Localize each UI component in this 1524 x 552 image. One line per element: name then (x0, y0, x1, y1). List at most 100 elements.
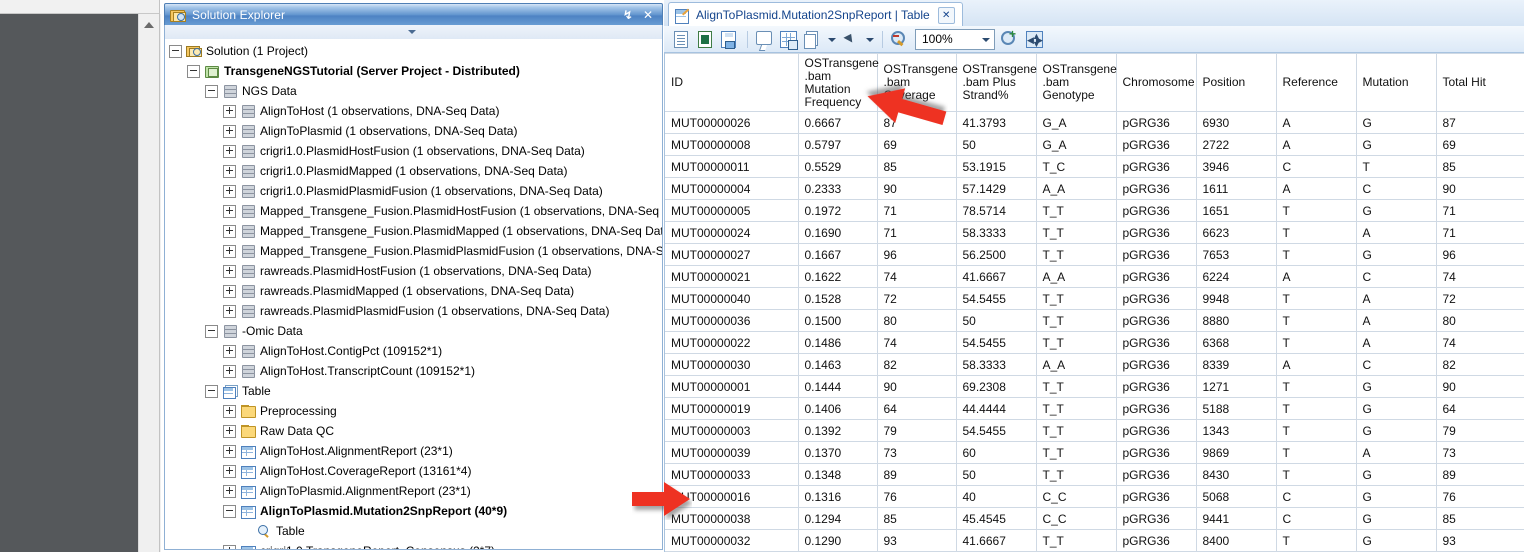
table-cell[interactable]: 54.5455 (956, 331, 1037, 354)
table-cell[interactable]: 71 (1436, 199, 1524, 222)
table-row[interactable]: MUT00000019 0.1406 64 44.4444 T_T pGRG36 5188 T… (665, 397, 1524, 420)
tab-mutation2snpreport-table[interactable]: AlignToPlasmid.Mutation2SnpReport | Tabl… (668, 2, 963, 27)
table-cell[interactable]: T (1276, 529, 1357, 552)
select-grid-button[interactable] (777, 28, 799, 50)
table-cell[interactable]: 76 (1436, 485, 1524, 508)
table-cell[interactable]: T_T (1036, 529, 1117, 552)
table-cell[interactable]: 73 (1436, 441, 1524, 464)
table-cell[interactable]: MUT00000026 (665, 111, 799, 134)
table-row[interactable]: MUT00000030 0.1463 82 58.3333 A_A pGRG36 8339 A… (665, 353, 1524, 376)
table-cell[interactable]: T (1276, 375, 1357, 398)
tree-item[interactable]: AlignToHost.CoverageReport (13161*4) (165, 461, 662, 481)
table-cell[interactable]: T (1276, 397, 1357, 420)
table-cell[interactable]: 69.2308 (956, 375, 1037, 398)
table-cell[interactable]: 50 (956, 309, 1037, 332)
table-cell[interactable]: T (1276, 287, 1357, 310)
table-row[interactable]: MUT00000026 0.6667 87 41.3793 G_A pGRG36 6930 A… (665, 111, 1524, 134)
table-cell[interactable]: A (1356, 331, 1437, 354)
table-cell[interactable]: MUT00000005 (665, 199, 799, 222)
table-cell[interactable]: MUT00000033 (665, 463, 799, 486)
copy-button[interactable] (801, 28, 823, 50)
pane-divider[interactable] (159, 0, 160, 552)
table-cell[interactable]: T_T (1036, 331, 1117, 354)
table-cell[interactable]: 82 (1436, 353, 1524, 376)
table-cell[interactable]: 1343 (1196, 419, 1277, 442)
table-cell[interactable]: 93 (877, 529, 957, 552)
table-cell[interactable]: C (1276, 507, 1357, 530)
table-cell[interactable]: 80 (877, 309, 957, 332)
table-cell[interactable]: G (1356, 507, 1437, 530)
table-cell[interactable]: A (1276, 177, 1357, 200)
table-cell[interactable]: T (1276, 199, 1357, 222)
table-cell[interactable]: pGRG36 (1116, 111, 1197, 134)
table-cell[interactable]: 78.5714 (956, 199, 1037, 222)
table-row[interactable]: MUT00000040 0.1528 72 54.5455 T_T pGRG36 9948 T… (665, 287, 1524, 310)
close-icon[interactable]: ✕ (643, 8, 653, 22)
copy-dropdown-chevron-down-icon[interactable] (825, 28, 837, 50)
table-cell[interactable]: 8400 (1196, 529, 1277, 552)
table-cell[interactable]: 71 (877, 199, 957, 222)
table-cell[interactable]: 0.1406 (798, 397, 878, 420)
table-cell[interactable]: pGRG36 (1116, 199, 1197, 222)
table-cell[interactable]: T (1276, 331, 1357, 354)
table-cell[interactable]: A (1356, 441, 1437, 464)
tree-item[interactable]: rawreads.PlasmidMapped (1 observations, … (165, 281, 662, 301)
pointer-tool-button[interactable] (839, 28, 861, 50)
table-cell[interactable]: T (1276, 221, 1357, 244)
table-cell[interactable]: A (1276, 265, 1357, 288)
expand-plus-icon[interactable] (223, 284, 236, 298)
table-row[interactable]: MUT00000016 0.1316 76 40 C_C pGRG36 5068 C G 76 (665, 485, 1524, 508)
table-cell[interactable]: 96 (877, 243, 957, 266)
table-cell[interactable]: G (1356, 199, 1437, 222)
tree-item[interactable]: Solution (1 Project) (165, 41, 662, 61)
export-excel-button[interactable] (694, 28, 716, 50)
scroll-up-arrow-icon[interactable] (144, 22, 154, 28)
table-cell[interactable]: 3946 (1196, 155, 1277, 178)
expand-plus-icon[interactable] (223, 224, 236, 238)
tree-item[interactable]: NGS Data (165, 81, 662, 101)
table-cell[interactable]: pGRG36 (1116, 133, 1197, 156)
pin-icon[interactable]: ↯ (623, 8, 633, 22)
table-cell[interactable]: MUT00000036 (665, 309, 799, 332)
table-cell[interactable]: 8430 (1196, 463, 1277, 486)
table-cell[interactable]: A (1356, 309, 1437, 332)
table-cell[interactable]: 40 (956, 485, 1037, 508)
collapse-minus-icon[interactable] (187, 64, 200, 78)
zoom-in-button[interactable]: + (999, 28, 1021, 50)
table-cell[interactable]: pGRG36 (1116, 243, 1197, 266)
table-cell[interactable]: 90 (1436, 177, 1524, 200)
table-cell[interactable]: 6930 (1196, 111, 1277, 134)
table-cell[interactable]: G (1356, 419, 1437, 442)
table-cell[interactable]: T_T (1036, 397, 1117, 420)
table-column-header[interactable]: Mutation (1356, 53, 1437, 112)
table-row[interactable]: MUT00000022 0.1486 74 54.5455 T_T pGRG36 6368 T… (665, 331, 1524, 354)
table-cell[interactable]: T_T (1036, 287, 1117, 310)
table-cell[interactable]: 53.1915 (956, 155, 1037, 178)
table-cell[interactable]: MUT00000021 (665, 265, 799, 288)
table-cell[interactable]: 0.1370 (798, 441, 878, 464)
table-cell[interactable]: pGRG36 (1116, 177, 1197, 200)
table-row[interactable]: MUT00000003 0.1392 79 54.5455 T_T pGRG36 1343 T… (665, 419, 1524, 442)
table-cell[interactable]: pGRG36 (1116, 441, 1197, 464)
table-cell[interactable]: 8339 (1196, 353, 1277, 376)
table-cell[interactable]: 0.1463 (798, 353, 878, 376)
table-cell[interactable]: 0.2333 (798, 177, 878, 200)
tree-item[interactable]: AlignToHost (1 observations, DNA-Seq Dat… (165, 101, 662, 121)
table-cell[interactable]: pGRG36 (1116, 287, 1197, 310)
table-cell[interactable]: C (1276, 485, 1357, 508)
expand-plus-icon[interactable] (223, 144, 236, 158)
table-cell[interactable]: 71 (1436, 221, 1524, 244)
table-cell[interactable]: G (1356, 463, 1437, 486)
table-cell[interactable]: C_C (1036, 485, 1117, 508)
table-cell[interactable]: 58.3333 (956, 221, 1037, 244)
tree-item[interactable]: rawreads.PlasmidHostFusion (1 observatio… (165, 261, 662, 281)
table-cell[interactable]: 71 (877, 221, 957, 244)
collapse-minus-icon[interactable] (169, 44, 182, 58)
table-cell[interactable]: 87 (877, 111, 957, 134)
table-row[interactable]: MUT00000036 0.1500 80 50 T_T pGRG36 8880 T A 80 (665, 309, 1524, 332)
table-cell[interactable]: 0.1690 (798, 221, 878, 244)
fit-to-window-button[interactable]: ▲ ▼ ◀ ▶ (1023, 28, 1045, 50)
table-cell[interactable]: T_C (1036, 155, 1117, 178)
export-page-button[interactable] (670, 28, 692, 50)
table-cell[interactable]: A (1276, 111, 1357, 134)
